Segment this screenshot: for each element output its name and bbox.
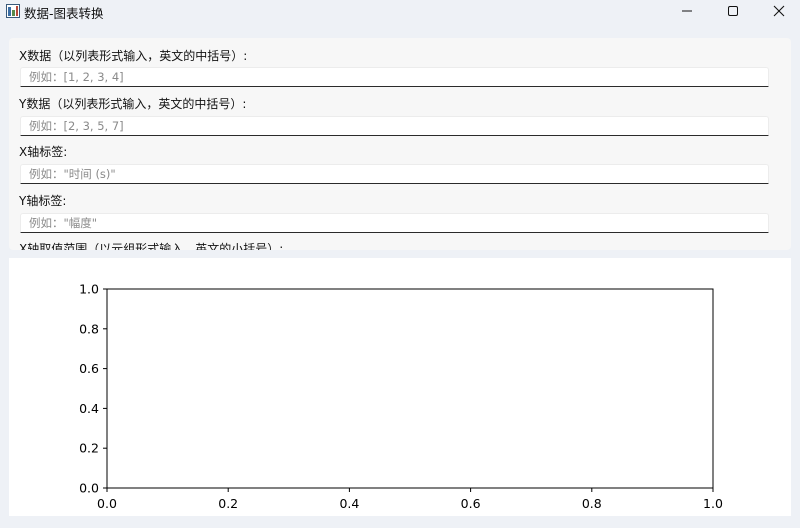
maximize-button[interactable] xyxy=(710,0,756,22)
y-axis-label-input[interactable] xyxy=(20,213,769,233)
close-button[interactable] xyxy=(756,0,800,22)
minimize-button[interactable] xyxy=(664,0,710,22)
window-title: 数据-图表转换 xyxy=(24,6,104,21)
x-range-label: X轴取值范围（以元组形式输入，英文的小括号）: xyxy=(19,242,284,250)
close-icon xyxy=(773,5,785,17)
y-data-label: Y数据（以列表形式输入，英文的中括号）: xyxy=(19,97,247,111)
x-tick-label: 0.6 xyxy=(461,496,481,511)
y-tick-label: 0.4 xyxy=(79,401,99,416)
x-data-input[interactable] xyxy=(20,67,769,87)
plot-area xyxy=(106,288,714,489)
title-bar[interactable]: 数据-图表转换 xyxy=(0,0,800,22)
x-tick-label: 0.4 xyxy=(339,496,359,511)
x-axis: 0.0 0.2 0.4 0.6 0.8 1.0 xyxy=(97,488,723,511)
x-data-label: X数据（以列表形式输入，英文的中括号）: xyxy=(19,49,248,63)
chart-panel: 0.0 0.2 0.4 0.6 0.8 1.0 0.0 0.2 0.4 0.6 0.8 1.0 xyxy=(9,258,791,516)
x-axis-label-input[interactable] xyxy=(20,164,769,184)
x-tick-label: 1.0 xyxy=(703,496,723,511)
x-tick-label: 0.8 xyxy=(582,496,602,511)
y-data-input[interactable] xyxy=(20,116,769,136)
minimize-icon xyxy=(682,10,692,12)
app-window: 数据-图表转换 X数据（以列表形式输入，英文的中括号）: Y数据（以列表形式输入… xyxy=(0,0,800,528)
y-tick-label: 1.0 xyxy=(79,282,99,297)
y-axis: 0.0 0.2 0.4 0.6 0.8 1.0 xyxy=(79,282,107,496)
chart-canvas: 0.0 0.2 0.4 0.6 0.8 1.0 0.0 0.2 0.4 0.6 0.8 1.0 xyxy=(79,282,723,512)
x-tick-label: 0.2 xyxy=(218,496,238,511)
y-axis-label-label: Y轴标签: xyxy=(19,194,67,208)
maximize-icon xyxy=(728,6,738,16)
input-form-panel: X数据（以列表形式输入，英文的中括号）: Y数据（以列表形式输入，英文的中括号）… xyxy=(9,38,791,250)
y-tick-label: 0.0 xyxy=(79,481,99,496)
y-tick-label: 0.8 xyxy=(79,321,99,336)
x-tick-label: 0.0 xyxy=(97,496,117,511)
x-axis-label-label: X轴标签: xyxy=(19,145,68,159)
app-icon xyxy=(6,4,20,18)
y-tick-label: 0.2 xyxy=(79,441,99,456)
y-tick-label: 0.6 xyxy=(79,361,99,376)
